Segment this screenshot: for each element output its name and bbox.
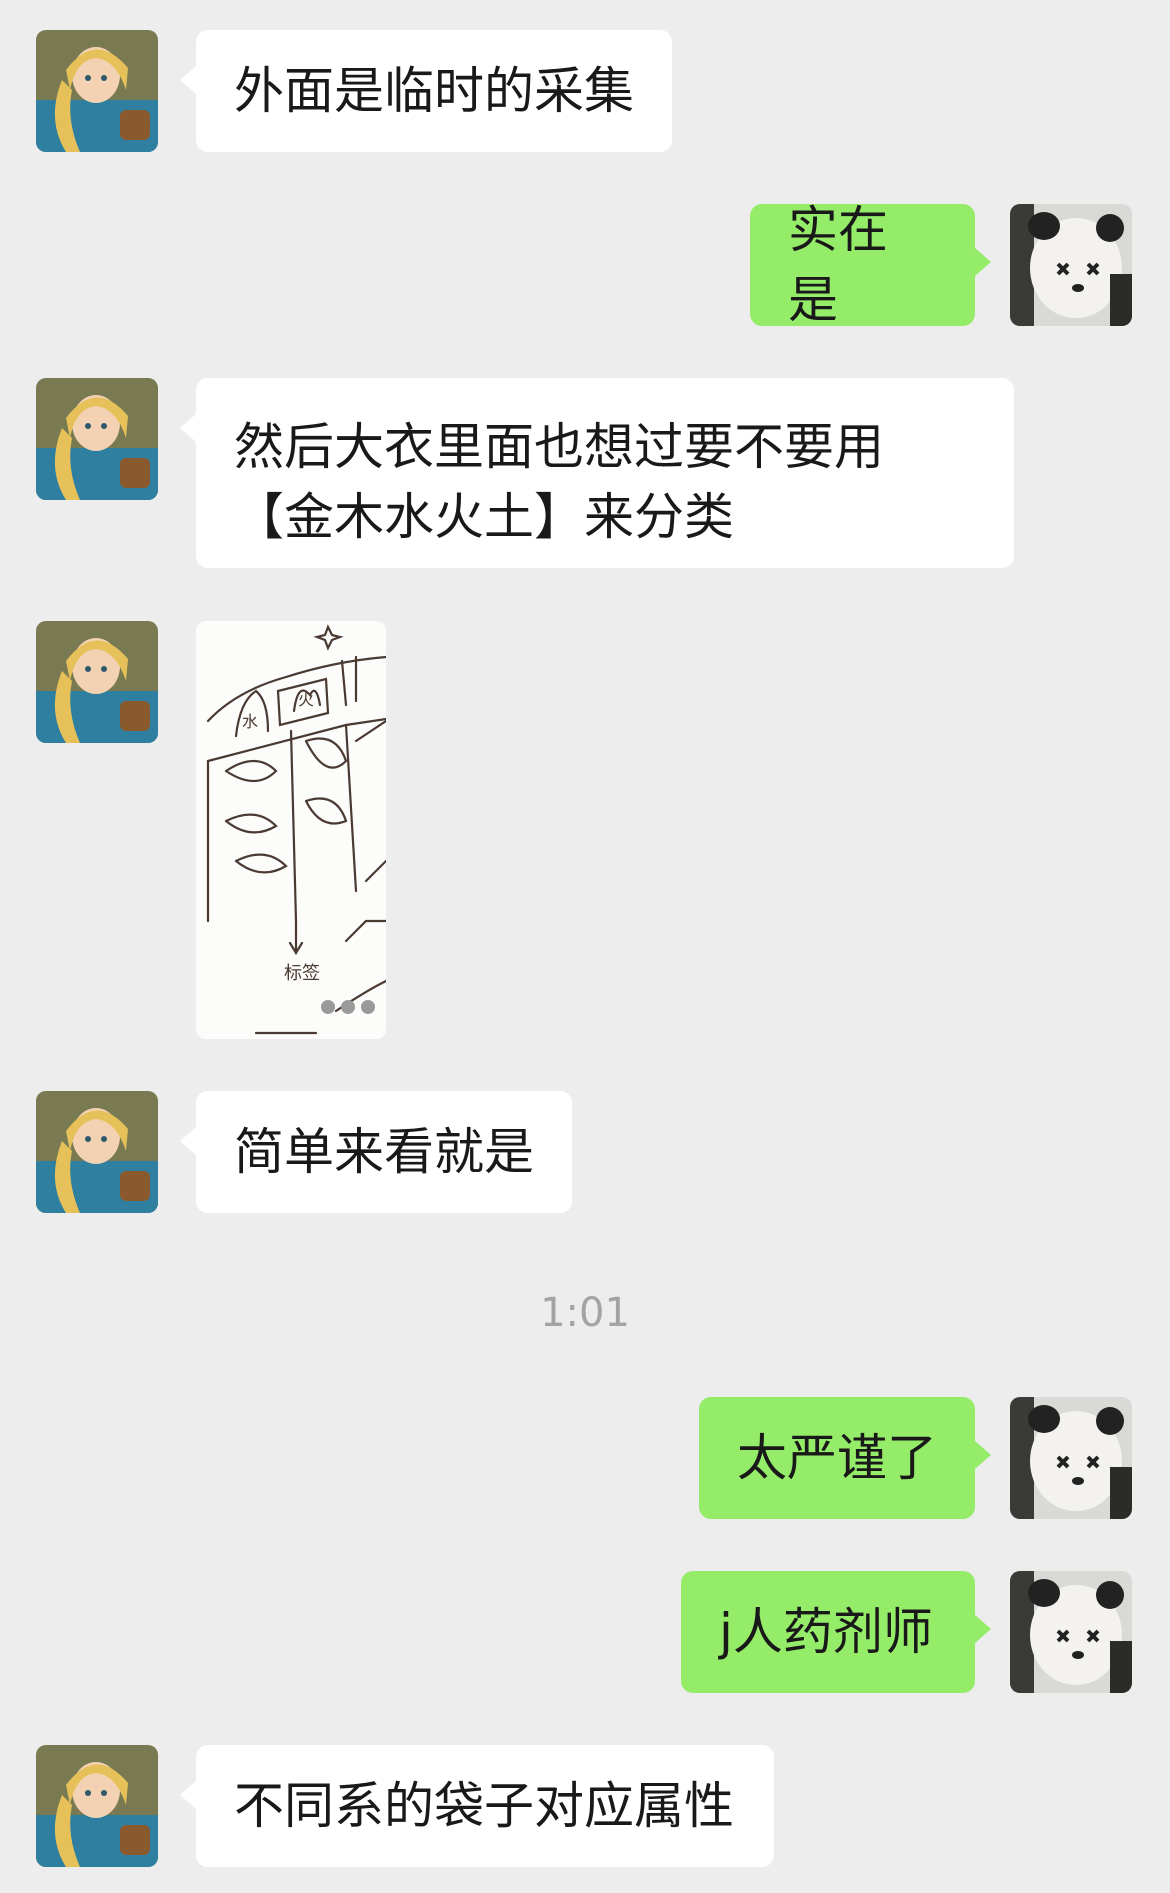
panda-plush-avatar-icon xyxy=(1010,1571,1132,1693)
sketch-image: 水 火 标签 xyxy=(196,621,386,1039)
message-bubble[interactable]: 外面是临时的采集 xyxy=(196,30,672,152)
self-avatar-icon[interactable] xyxy=(1010,1571,1132,1693)
bubble-tail xyxy=(975,1441,991,1469)
bubble-tail xyxy=(180,414,196,442)
self-avatar-icon[interactable] xyxy=(1010,1397,1132,1519)
bubble-tail xyxy=(180,1127,196,1155)
princess-avatar-icon xyxy=(36,30,158,152)
princess-avatar-icon xyxy=(36,621,158,743)
sketch-label: 水 xyxy=(242,712,258,731)
message-bubble[interactable]: 实在是 xyxy=(750,201,975,329)
contact-avatar-icon[interactable] xyxy=(36,1745,158,1867)
princess-avatar-icon xyxy=(36,1745,158,1867)
panda-plush-avatar-icon xyxy=(1010,1397,1132,1519)
bubble-tail xyxy=(180,66,196,94)
self-avatar-icon[interactable] xyxy=(1010,204,1132,326)
message-bubble[interactable]: 太严谨了 xyxy=(699,1397,975,1519)
contact-avatar-icon[interactable] xyxy=(36,1091,158,1213)
message-bubble[interactable]: 然后大衣里面也想过要不要用【金木水火土】来分类 xyxy=(196,378,1014,568)
sketch-label: 火 xyxy=(298,690,314,709)
chat-view: 外面是临时的采集 实在是 然后大衣里面也想过要不要用【金木水火土】来分类 水 火… xyxy=(0,0,1170,1893)
image-message[interactable]: 水 火 标签 xyxy=(196,621,386,1039)
panda-plush-avatar-icon xyxy=(1010,204,1132,326)
princess-avatar-icon xyxy=(36,378,158,500)
sketch-label: 标签 xyxy=(284,963,320,984)
message-bubble[interactable]: 简单来看就是 xyxy=(196,1091,572,1213)
bubble-tail xyxy=(975,248,991,276)
message-bubble[interactable]: 不同系的袋子对应属性 xyxy=(196,1745,774,1867)
message-bubble[interactable]: j人药剂师 xyxy=(681,1571,975,1693)
contact-avatar-icon[interactable] xyxy=(36,30,158,152)
princess-avatar-icon xyxy=(36,1091,158,1213)
timestamp: 1:01 xyxy=(540,1290,630,1336)
contact-avatar-icon[interactable] xyxy=(36,621,158,743)
bubble-tail xyxy=(180,1781,196,1809)
bubble-tail xyxy=(975,1615,991,1643)
contact-avatar-icon[interactable] xyxy=(36,378,158,500)
